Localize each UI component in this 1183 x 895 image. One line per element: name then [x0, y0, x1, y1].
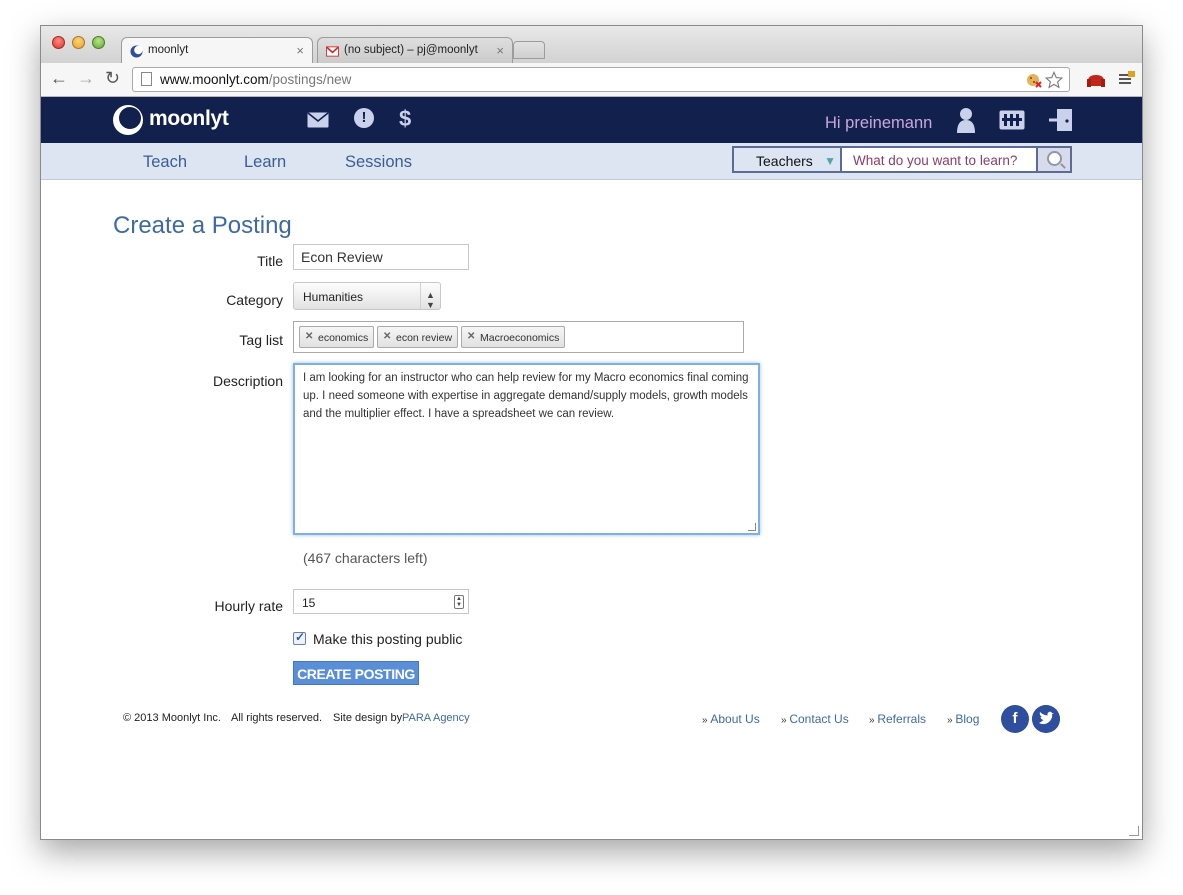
search-button[interactable]	[1036, 146, 1072, 173]
dashboard-icon[interactable]	[999, 110, 1025, 130]
twitter-icon[interactable]	[1032, 705, 1060, 733]
footer-link-blog: » Blog	[947, 712, 979, 726]
footer-copyright: © 2013 Moonlyt Inc.	[123, 712, 221, 724]
profile-icon[interactable]	[956, 107, 976, 133]
category-label: Category	[226, 292, 283, 308]
footer-link-blog-label[interactable]: Blog	[955, 712, 979, 726]
nav-learn[interactable]: Learn	[244, 153, 286, 172]
search-input[interactable]: What do you want to learn?	[842, 146, 1036, 173]
tag-chip[interactable]: ✕ econ review	[377, 326, 459, 348]
footer-rights: All rights reserved.	[231, 712, 323, 724]
public-checkbox-label[interactable]: Make this posting public	[313, 631, 462, 647]
site-logo-text[interactable]: moonlyt	[149, 107, 229, 131]
remove-tag-icon[interactable]: ✕	[305, 331, 313, 342]
tag-label: economics	[318, 332, 369, 344]
remove-tag-icon[interactable]: ✕	[467, 331, 475, 342]
select-arrows-icon: ▲ ▼	[420, 283, 440, 310]
category-value: Humanities	[303, 290, 364, 304]
description-label: Description	[212, 373, 283, 389]
footer-link-about: » About Us	[702, 712, 760, 726]
footer-link-contact-label[interactable]: Contact Us	[789, 712, 848, 726]
search-scope-value: Teachers	[756, 153, 813, 169]
footer-design-prefix: Site design by	[333, 712, 403, 724]
tab-strip: moonlyt × (no subject) – pj@moonlyt ×	[41, 26, 1142, 63]
checkmark-icon: ✓	[295, 630, 306, 644]
nav-sessions[interactable]: Sessions	[345, 153, 412, 172]
tab-label: moonlyt	[148, 44, 189, 56]
mail-icon[interactable]	[307, 112, 329, 128]
tag-label: econ review	[396, 332, 453, 344]
zoom-window-button[interactable]	[92, 36, 105, 49]
description-text: I am looking for an instructor who can h…	[303, 372, 749, 420]
url-path: /postings/new	[268, 72, 352, 87]
tab-moonlyt[interactable]: moonlyt ×	[121, 37, 313, 63]
search-scope-select[interactable]: Teachers ▼	[732, 146, 842, 173]
search-icon-handle	[1060, 163, 1066, 169]
category-select[interactable]: Humanities ▲ ▼	[293, 282, 441, 310]
window-resize-grip[interactable]	[1129, 826, 1139, 836]
tab-close-icon[interactable]: ×	[496, 43, 504, 58]
address-bar[interactable]: www.moonlyt.com/postings/new	[132, 67, 1070, 92]
remove-tag-icon[interactable]: ✕	[383, 331, 391, 342]
tag-label: Macroeconomics	[480, 332, 560, 344]
create-posting-button[interactable]: CREATE POSTING	[293, 661, 419, 685]
moonlyt-favicon-icon	[130, 45, 143, 58]
nav-teach[interactable]: Teach	[143, 153, 187, 172]
facebook-icon[interactable]: f	[1001, 705, 1029, 733]
dropdown-arrow-icon: ▼	[824, 154, 836, 168]
tab-close-icon[interactable]: ×	[296, 43, 304, 58]
user-greeting[interactable]: Hi preinemann	[825, 114, 932, 133]
gmail-icon	[326, 46, 339, 57]
bookmark-star-icon[interactable]	[1045, 71, 1063, 89]
title-field[interactable]: Econ Review	[293, 244, 469, 270]
browser-toolbar: ← → ↻ www.moonlyt.com/postings/new	[41, 63, 1142, 97]
hourly-rate-field[interactable]: 15 ▲ ▼	[293, 589, 469, 614]
blocked-cookie-icon[interactable]	[1026, 72, 1042, 88]
tag-chip[interactable]: ✕ economics	[299, 326, 375, 348]
back-button[interactable]: ←	[50, 68, 68, 89]
tag-list-input[interactable]: ✕ economics ✕ econ review ✕ Macroeconomi…	[293, 321, 744, 353]
browser-window: moonlyt × (no subject) – pj@moonlyt × ← …	[40, 25, 1143, 840]
title-label: Title	[257, 253, 283, 269]
resize-handle-icon[interactable]	[748, 523, 756, 531]
footer-link-about-label[interactable]: About Us	[710, 712, 759, 726]
page-icon	[141, 72, 152, 86]
stepper-arrows-icon[interactable]: ▲ ▼	[454, 595, 464, 609]
new-tab-button[interactable]	[513, 41, 545, 59]
menu-icon[interactable]	[1118, 70, 1136, 88]
forward-button[interactable]: →	[77, 68, 95, 89]
tag-chip[interactable]: ✕ Macroeconomics	[461, 326, 566, 348]
dollar-icon[interactable]: $	[399, 106, 411, 132]
logout-icon[interactable]	[1048, 108, 1074, 132]
alert-icon[interactable]: !	[354, 108, 374, 128]
url-host: www.moonlyt.com	[160, 72, 269, 87]
footer-link-contact: » Contact Us	[781, 712, 849, 726]
footer-link-referrals-label[interactable]: Referrals	[877, 712, 926, 726]
extension-icon[interactable]	[1086, 71, 1106, 89]
page-title: Create a Posting	[113, 212, 292, 239]
tags-label: Tag list	[239, 332, 283, 348]
tab-label: (no subject) – pj@moonlyt	[344, 44, 478, 56]
moonlyt-logo-icon[interactable]	[113, 105, 143, 135]
close-window-button[interactable]	[52, 36, 65, 49]
rate-label: Hourly rate	[214, 598, 283, 614]
public-checkbox[interactable]: ✓	[293, 630, 306, 645]
hourly-rate-value: 15	[302, 596, 316, 610]
reload-button[interactable]: ↻	[105, 68, 120, 89]
site-nav: Teach Learn Sessions Teachers ▼ What do …	[41, 143, 1142, 180]
tab-gmail[interactable]: (no subject) – pj@moonlyt ×	[317, 37, 513, 63]
character-counter: (467 characters left)	[303, 550, 428, 566]
footer-link-referrals: » Referrals	[869, 712, 926, 726]
minimize-window-button[interactable]	[72, 36, 85, 49]
footer-design-link[interactable]: PARA Agency	[402, 712, 470, 724]
description-textarea[interactable]: I am looking for an instructor who can h…	[293, 363, 760, 535]
site-header: moonlyt ! $ Hi preinemann	[41, 97, 1142, 143]
